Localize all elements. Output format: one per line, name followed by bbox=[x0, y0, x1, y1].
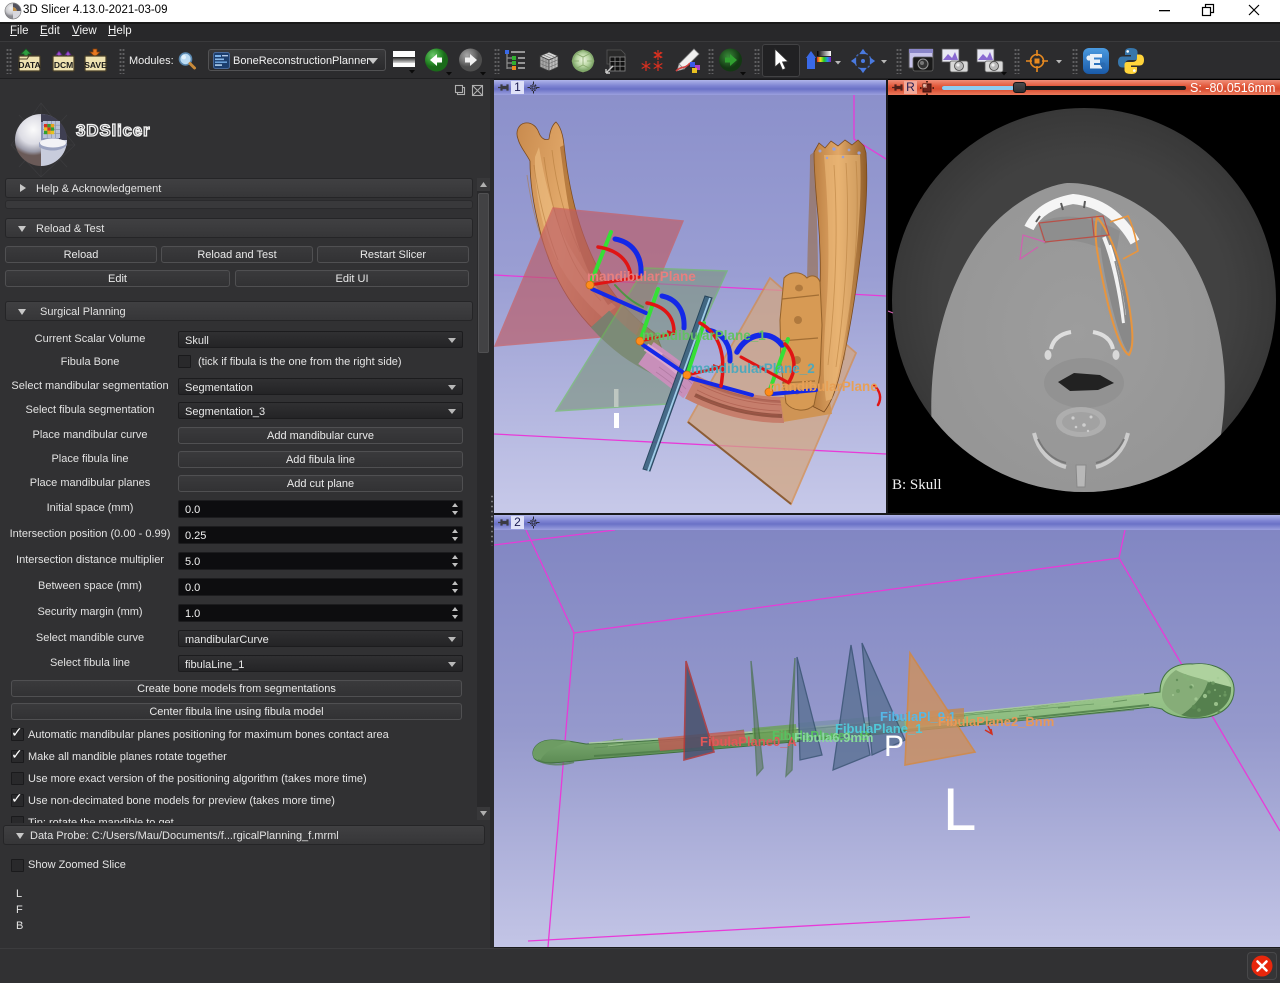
svg-text:mandibularPlane_1: mandibularPlane_1 bbox=[642, 328, 766, 343]
svg-text:FibulaPlane2_Bnm: FibulaPlane2_Bnm bbox=[938, 714, 1054, 729]
svg-text:mandibularPlane: mandibularPlane bbox=[587, 269, 696, 284]
svg-text:DATA: DATA bbox=[18, 60, 40, 70]
svg-text:SAVE: SAVE bbox=[84, 60, 107, 70]
svg-text:L: L bbox=[943, 776, 976, 843]
svg-text:B: Skull: B: Skull bbox=[892, 477, 942, 493]
svg-text:DCM: DCM bbox=[54, 60, 73, 70]
svg-text:mandibularPlane_2: mandibularPlane_2 bbox=[691, 361, 815, 376]
svg-text:P: P bbox=[884, 730, 904, 763]
svg-text:mandibularPlane: mandibularPlane bbox=[769, 379, 878, 394]
